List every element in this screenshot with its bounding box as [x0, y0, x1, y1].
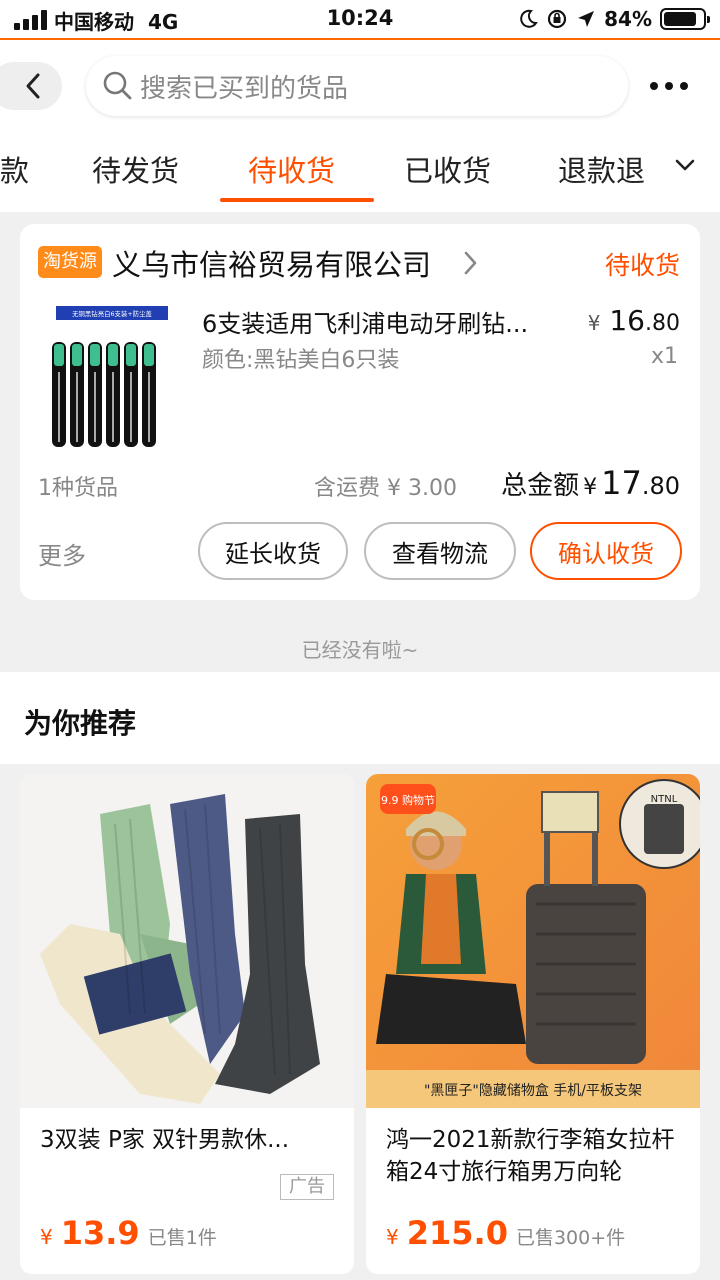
battery-icon: [660, 8, 710, 30]
image-banner: "黑匣子"隐藏储物盒 手机/平板支架: [424, 1082, 642, 1099]
product-image-caption: 无铜黑钻亮白6支装+防尘盖: [72, 309, 152, 318]
more-options-button[interactable]: [650, 76, 698, 96]
top-bar: 搜索已买到的货品: [0, 40, 720, 132]
recommend-header: 为你推荐: [0, 672, 720, 764]
search-placeholder: 搜索已买到的货品: [140, 73, 349, 104]
active-tab-indicator: [220, 198, 374, 202]
extend-receipt-button[interactable]: 延长收货: [198, 522, 348, 580]
confirm-receipt-button[interactable]: 确认收货: [530, 522, 682, 580]
product-price: ¥ 16.80: [587, 304, 680, 337]
tab-to-ship[interactable]: 待发货: [92, 148, 179, 190]
tab-refund[interactable]: 退款退: [558, 148, 645, 190]
tab-received[interactable]: 已收货: [404, 148, 491, 190]
moon-icon: [520, 9, 538, 28]
battery-percent: 84%: [604, 7, 652, 31]
dot-icon: [650, 82, 658, 90]
view-logistics-button[interactable]: 查看物流: [364, 522, 516, 580]
product-name[interactable]: 3双装 P家 双针男款休...: [40, 1124, 340, 1156]
ad-badge: 广告: [280, 1174, 334, 1200]
sold-count: 已售300+件: [515, 1227, 626, 1249]
product-spec: 颜色:黑钻美白6只装: [202, 348, 400, 373]
back-button[interactable]: [0, 62, 62, 110]
more-actions-link[interactable]: 更多: [38, 536, 86, 571]
order-total: 总金额 ¥ 17.80: [501, 464, 680, 502]
order-status: 待收货: [604, 251, 680, 280]
product-image[interactable]: [20, 774, 354, 1108]
order-card: 淘货源 义乌市信裕贸易有限公司 待收货 无铜黑钻亮白6支装+防尘盖 6支装适用飞…: [20, 224, 700, 600]
sold-count: 已售1件: [147, 1227, 217, 1249]
item-count: 1种货品: [38, 476, 118, 501]
product-image[interactable]: NTNL 9.9 购物节 "黑匣子"隐藏储物盒 手机/平板支架: [366, 774, 700, 1108]
shop-name[interactable]: 义乌市信裕贸易有限公司: [112, 242, 431, 284]
search-input[interactable]: 搜索已买到的货品: [86, 56, 628, 116]
product-title[interactable]: 6支装适用飞利浦电动牙刷钻...: [202, 304, 572, 339]
dot-icon: [665, 82, 673, 90]
end-of-list-text: 已经没有啦~: [301, 638, 419, 662]
search-icon: [103, 71, 132, 100]
order-tabs: 款 待发货 待收货 已收货 退款退: [0, 132, 720, 212]
product-name[interactable]: 鸿一2021新款行李箱女拉杆箱24寸旅行箱男万向轮: [386, 1124, 686, 1188]
recommend-card[interactable]: 3双装 P家 双针男款休... 广告 ¥ 13.9 已售1件: [20, 774, 354, 1274]
product-image[interactable]: 无铜黑钻亮白6支装+防尘盖: [48, 302, 176, 452]
back-arrow-icon: [26, 73, 40, 99]
product-price: ¥ 215.0 已售300+件: [386, 1214, 626, 1252]
shipping-fee: 含运费 ¥ 3.00: [314, 476, 457, 501]
tab-to-receive[interactable]: 待收货: [248, 148, 335, 190]
orientation-lock-icon: [548, 9, 567, 29]
chevron-down-icon[interactable]: [674, 158, 696, 172]
brand-logo: NTNL: [651, 794, 678, 805]
chevron-right-icon[interactable]: [462, 250, 478, 276]
recommend-title: 为你推荐: [24, 707, 137, 740]
tab-refund-partial[interactable]: 款: [0, 148, 29, 190]
shop-badge: 淘货源: [38, 246, 102, 278]
product-price: ¥ 13.9 已售1件: [40, 1214, 217, 1252]
recommend-card[interactable]: NTNL 9.9 购物节 "黑匣子"隐藏储物盒 手机/平板支架 鸿一2021新款…: [366, 774, 700, 1274]
status-bar: 中国移动 4G 10:24 84%: [0, 0, 720, 40]
promo-badge: 9.9 购物节: [381, 793, 435, 807]
product-quantity: x1: [650, 344, 678, 369]
location-icon: [578, 11, 595, 27]
dot-icon: [680, 82, 688, 90]
